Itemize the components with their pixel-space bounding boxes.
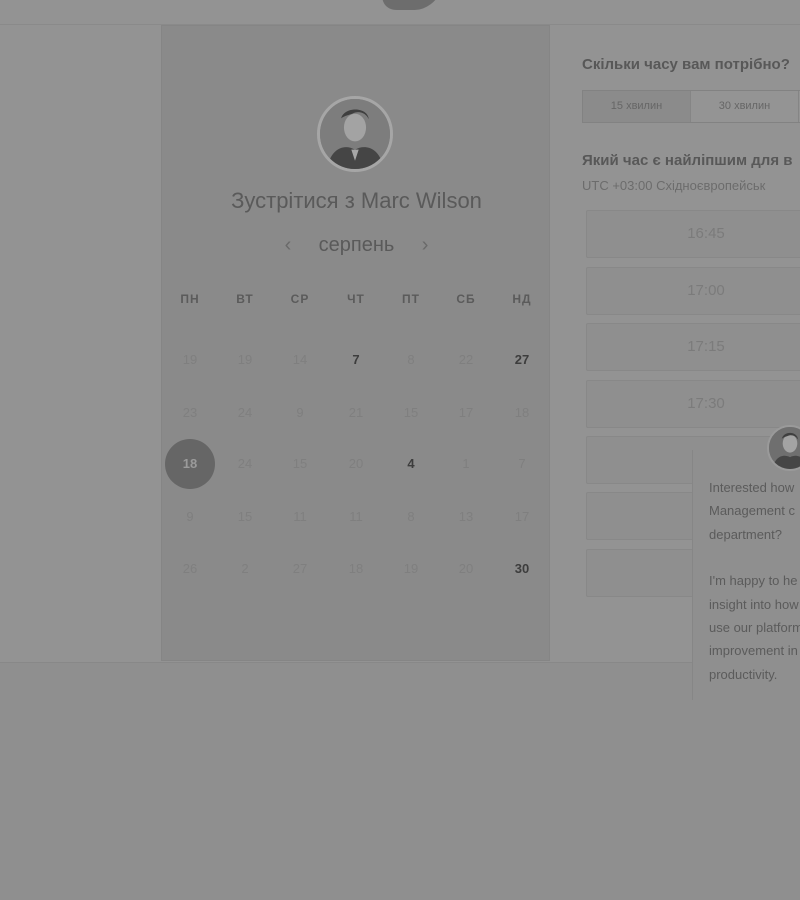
weekday-label: НД — [512, 292, 532, 306]
weekday-label: СР — [290, 292, 310, 306]
chat-spacer — [709, 546, 800, 569]
weekday-label: СБ — [456, 292, 476, 306]
chat-text: Interested how Management c department? … — [693, 450, 800, 686]
calendar-day: 21 — [348, 405, 364, 420]
calendar-day: 14 — [292, 352, 308, 367]
chat-line: I'm happy to he — [709, 573, 798, 589]
calendar-day: 13 — [458, 509, 474, 524]
chat-popup[interactable]: Interested how Management c department? … — [692, 450, 800, 700]
calendar-day: 9 — [186, 509, 194, 524]
calendar-day: 17 — [514, 509, 530, 524]
meeting-title: Зустрітися з Marc Wilson — [231, 188, 482, 213]
weekday-label: ЧТ — [347, 292, 365, 306]
calendar-day: 26 — [182, 561, 198, 576]
calendar-day: 18 — [514, 405, 530, 420]
chat-line: use our platform — [709, 620, 800, 636]
calendar-day-available[interactable]: 30 — [497, 544, 547, 594]
calendar-day: 20 — [458, 561, 474, 576]
calendar-day: 15 — [403, 405, 419, 420]
top-bar — [0, 0, 800, 25]
duration-option-15[interactable]: 15 хвилин — [583, 91, 691, 122]
chevron-right-icon[interactable]: › — [412, 234, 438, 257]
calendar-day: 2 — [241, 561, 249, 576]
calendar-day: 24 — [237, 456, 253, 471]
chat-line: Management c — [709, 503, 795, 519]
calendar-day: 8 — [407, 509, 415, 524]
calendar-day: 15 — [292, 456, 308, 471]
chat-line: insight into how — [709, 596, 799, 612]
chevron-left-icon[interactable]: ‹ — [275, 234, 301, 257]
weekday-label: ПТ — [402, 292, 420, 306]
chat-line: department? — [709, 526, 782, 542]
calendar-day: 17 — [458, 405, 474, 420]
time-slot[interactable]: 17:30 — [586, 380, 800, 428]
time-slot[interactable]: 17:00 — [586, 267, 800, 315]
calendar-day: 1 — [462, 456, 470, 471]
time-question: Який час є найліпшим для в — [582, 152, 793, 169]
calendar-day-available[interactable]: 4 — [386, 439, 436, 489]
chat-line: productivity. — [709, 666, 778, 682]
duration-tabs: 15 хвилин 30 хвилин — [582, 90, 800, 123]
calendar-day-available[interactable]: 7 — [331, 335, 381, 385]
chat-line: Interested how — [709, 480, 795, 495]
calendar-day: 11 — [293, 509, 307, 524]
calendar-day: 19 — [403, 561, 419, 576]
host-avatar — [317, 96, 393, 172]
calendar-day: 27 — [292, 561, 308, 576]
calendar-day: 22 — [458, 352, 474, 367]
calendar-day: 11 — [349, 509, 363, 524]
duration-option-30[interactable]: 30 хвилин — [691, 91, 799, 122]
calendar-day: 9 — [296, 405, 304, 420]
brand-logo — [376, 0, 442, 10]
calendar-day-available[interactable]: 27 — [497, 335, 547, 385]
selected-day-label: 18 — [165, 439, 215, 489]
time-slot[interactable]: 16:45 — [586, 210, 800, 258]
calendar-day: 19 — [237, 352, 253, 367]
month-label: серпень — [318, 234, 395, 256]
calendar-day: 23 — [182, 405, 198, 420]
calendar-day: 24 — [237, 405, 253, 420]
weekday-label: ПН — [180, 292, 200, 306]
calendar-card: Зустрітися з Marc Wilson ‹ серпень › ПН … — [161, 25, 550, 661]
calendar-day: 7 — [518, 456, 526, 471]
weekday-label: ВТ — [236, 292, 254, 306]
time-slot[interactable]: 17:15 — [586, 323, 800, 371]
calendar-day-selected[interactable]: 18 — [165, 439, 215, 489]
month-selector: ‹ серпень › — [162, 234, 551, 260]
chat-line: improvement in — [709, 643, 798, 659]
duration-question: Скільки часу вам потрібно? — [582, 56, 790, 73]
calendar-day: 15 — [237, 509, 253, 524]
calendar-day: 19 — [182, 352, 198, 367]
timezone-label: UTC +03:00 Східноєвропейськ — [582, 178, 766, 193]
calendar-day: 18 — [348, 561, 364, 576]
calendar-day: 8 — [407, 352, 415, 367]
calendar-day: 20 — [348, 456, 364, 471]
